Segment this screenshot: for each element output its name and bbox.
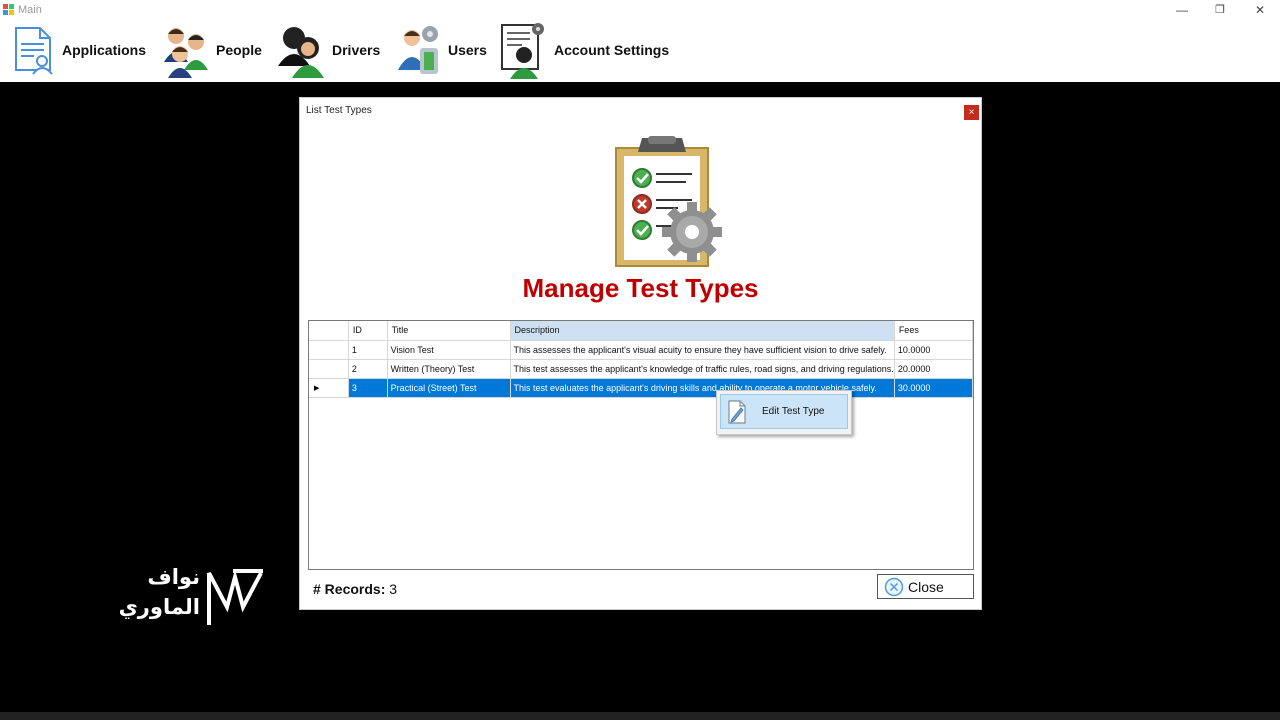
cell-title[interactable]: Practical (Street) Test — [387, 378, 511, 398]
close-circle-icon — [884, 577, 904, 596]
cell-id[interactable]: 3 — [348, 378, 388, 398]
applications-icon — [15, 27, 53, 75]
main-menu-bar: Applications People Drivers Users Accoun… — [0, 20, 1280, 82]
drivers-icon — [278, 27, 324, 78]
cell-title[interactable]: Written (Theory) Test — [387, 359, 511, 379]
dialog-close-x-button[interactable]: × — [964, 105, 979, 120]
test-types-clipboard-icon — [615, 136, 722, 267]
table-row-selected[interactable]: ▶ 3 Practical (Street) Test This test ev… — [309, 378, 974, 398]
menu-users-label: Users — [448, 42, 487, 58]
menu-users[interactable]: Users — [396, 22, 487, 78]
table-row[interactable]: 2 Written (Theory) Test This test assess… — [309, 359, 974, 379]
minimize-button[interactable]: — — [1162, 0, 1202, 20]
list-test-types-dialog: List Test Types × Manage Test Types ID T… — [299, 97, 982, 610]
watermark: نواف الماوري — [119, 563, 268, 633]
context-menu-edit-label: Edit Test Type — [762, 406, 825, 417]
edit-document-icon — [728, 399, 746, 424]
close-button-label: Close — [908, 578, 944, 595]
page-heading: Manage Test Types — [522, 273, 759, 303]
cell-id[interactable]: 2 — [348, 359, 388, 379]
column-header-fees[interactable]: Fees — [894, 321, 974, 341]
cell-fees[interactable]: 10.0000 — [894, 340, 974, 360]
row-header[interactable] — [309, 359, 349, 379]
cell-description[interactable]: This assesses the applicant's visual acu… — [510, 340, 895, 360]
account-settings-icon — [501, 23, 544, 79]
column-header-description[interactable]: Description — [510, 321, 895, 341]
menu-applications[interactable]: Applications — [10, 22, 146, 78]
cell-title[interactable]: Vision Test — [387, 340, 511, 360]
watermark-line1: نواف — [147, 565, 200, 589]
menu-account-settings[interactable]: Account Settings — [498, 22, 670, 79]
users-icon — [398, 26, 438, 74]
menu-people-label: People — [216, 42, 262, 58]
row-header-corner — [309, 321, 349, 341]
dialog-title: List Test Types — [306, 105, 372, 116]
table-row[interactable]: 1 Vision Test This assesses the applican… — [309, 340, 974, 360]
cell-fees[interactable]: 20.0000 — [894, 359, 974, 379]
menu-account-settings-label: Account Settings — [554, 42, 670, 58]
menu-drivers[interactable]: Drivers — [276, 22, 380, 78]
close-button[interactable]: Close — [877, 574, 974, 599]
column-header-title[interactable]: Title — [387, 321, 511, 341]
column-header-id[interactable]: ID — [348, 321, 388, 341]
table-header-row: ID Title Description Fees — [309, 321, 974, 341]
window-title: Main — [18, 4, 42, 16]
row-indicator-icon[interactable]: ▶ — [309, 378, 349, 398]
cell-description[interactable]: This test assesses the applicant's knowl… — [510, 359, 895, 379]
records-label: # Records: — [313, 581, 386, 597]
watermark-logo — [207, 569, 263, 625]
records-count: # Records: 3 — [313, 581, 397, 597]
people-icon — [164, 28, 208, 78]
test-types-table: ID Title Description Fees 1 Vision Test … — [309, 321, 974, 398]
records-value: 3 — [389, 581, 398, 597]
window-close-button[interactable]: ✕ — [1240, 0, 1280, 20]
app-icon — [3, 4, 15, 16]
cell-fees[interactable]: 30.0000 — [894, 378, 974, 398]
context-menu-edit-test-type[interactable]: Edit Test Type — [720, 394, 848, 429]
context-menu: Edit Test Type — [716, 390, 852, 435]
watermark-line2: الماوري — [118, 595, 200, 619]
cell-id[interactable]: 1 — [348, 340, 388, 360]
main-window-titlebar: Main — ❐ ✕ — [0, 0, 1280, 20]
row-header[interactable] — [309, 340, 349, 360]
test-types-grid[interactable]: ID Title Description Fees 1 Vision Test … — [308, 320, 974, 570]
menu-drivers-label: Drivers — [332, 42, 381, 58]
menu-people[interactable]: People — [160, 22, 262, 78]
taskbar — [0, 712, 1280, 720]
menu-applications-label: Applications — [62, 42, 147, 58]
restore-button[interactable]: ❐ — [1200, 0, 1240, 20]
